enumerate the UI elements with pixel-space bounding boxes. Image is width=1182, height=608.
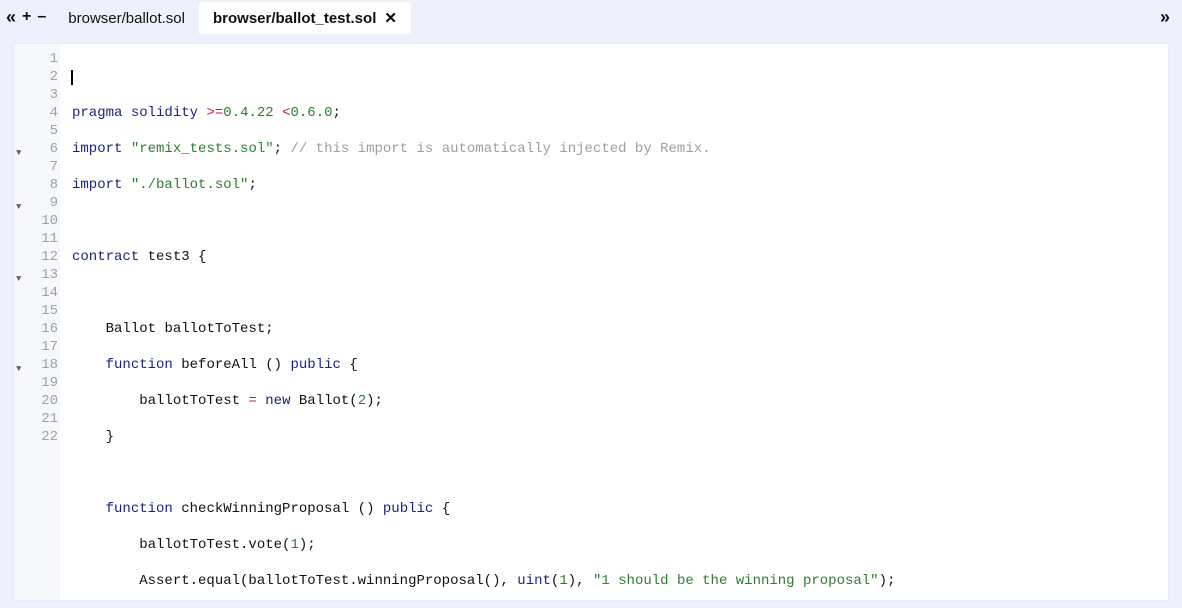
- code-line: Ballot ballotToTest;: [72, 320, 1168, 338]
- tab-label: browser/ballot_test.sol: [213, 10, 376, 27]
- line-number: 3: [50, 86, 58, 104]
- line-number: 15: [41, 302, 58, 320]
- code-editor[interactable]: 1 2 3 4 5 ▼6 7 8 ▼9 10 11 12 ▼13 14 15 1…: [14, 44, 1168, 600]
- code-line: ballotToTest.vote(1);: [72, 536, 1168, 554]
- line-number: 20: [41, 392, 58, 410]
- line-number: 18: [41, 356, 58, 374]
- code-area[interactable]: pragma solidity >=0.4.22 <0.6.0; import …: [60, 44, 1168, 600]
- code-line: Assert.equal(ballotToTest.winningProposa…: [72, 572, 1168, 590]
- code-line: [72, 212, 1168, 230]
- tabs-container: browser/ballot.sol browser/ballot_test.s…: [54, 0, 411, 34]
- line-number: 6: [50, 140, 58, 158]
- code-line: }: [72, 428, 1168, 446]
- line-number-gutter: 1 2 3 4 5 ▼6 7 8 ▼9 10 11 12 ▼13 14 15 1…: [14, 44, 60, 600]
- line-number: 4: [50, 104, 58, 122]
- line-number: 21: [41, 410, 58, 428]
- text-cursor: [71, 70, 73, 85]
- tab-label: browser/ballot.sol: [68, 10, 185, 27]
- tab-ballot[interactable]: browser/ballot.sol: [54, 2, 199, 34]
- code-line: ballotToTest = new Ballot(2);: [72, 392, 1168, 410]
- line-number: 7: [50, 158, 58, 176]
- code-line: pragma solidity >=0.4.22 <0.6.0;: [72, 104, 1168, 122]
- code-line: function checkWinningProposal () public …: [72, 500, 1168, 518]
- line-number: 16: [41, 320, 58, 338]
- code-line: [72, 68, 1168, 86]
- line-number: 14: [41, 284, 58, 302]
- line-number: 12: [41, 248, 58, 266]
- line-number: 19: [41, 374, 58, 392]
- line-number: 1: [50, 50, 58, 68]
- line-number: 10: [41, 212, 58, 230]
- line-number: 8: [50, 176, 58, 194]
- line-number: 22: [41, 428, 58, 446]
- code-line: import "remix_tests.sol"; // this import…: [72, 140, 1168, 158]
- close-tab-icon[interactable]: ✕: [384, 9, 397, 27]
- line-number: 11: [41, 230, 58, 248]
- scroll-right-icon[interactable]: »: [1160, 7, 1176, 28]
- code-line: [72, 464, 1168, 482]
- line-number: 9: [50, 194, 58, 212]
- add-tab-icon[interactable]: +: [22, 9, 31, 25]
- line-number: 5: [50, 122, 58, 140]
- code-line: import "./ballot.sol";: [72, 176, 1168, 194]
- line-number: 2: [50, 68, 58, 86]
- tab-bar: « + – browser/ballot.sol browser/ballot_…: [0, 0, 1182, 34]
- line-number: 13: [41, 266, 58, 284]
- tab-controls: « + –: [6, 8, 54, 26]
- code-line: contract test3 {: [72, 248, 1168, 266]
- code-line: function beforeAll () public {: [72, 356, 1168, 374]
- tab-ballot-test[interactable]: browser/ballot_test.sol ✕: [199, 2, 411, 34]
- code-line: [72, 284, 1168, 302]
- remove-tab-icon[interactable]: –: [37, 9, 46, 25]
- scroll-left-icon[interactable]: «: [6, 8, 16, 26]
- line-number: 17: [41, 338, 58, 356]
